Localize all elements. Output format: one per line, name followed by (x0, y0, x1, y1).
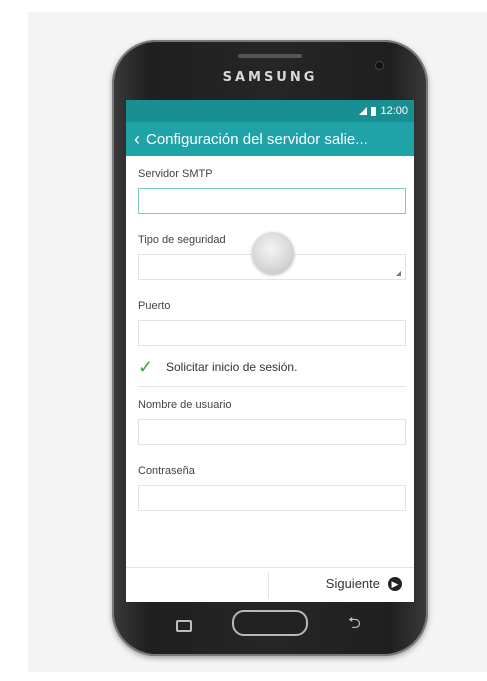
speaker-grille (238, 54, 302, 58)
next-button[interactable]: Siguiente ▶ (326, 576, 402, 591)
smtp-server-label: Servidor SMTP (138, 168, 213, 180)
arrow-right-circle-icon: ▶ (388, 576, 402, 591)
touch-indicator (252, 232, 294, 274)
password-input[interactable] (138, 485, 406, 511)
chevron-left-icon[interactable]: ‹ (128, 129, 146, 150)
status-time: 12:00 (380, 105, 408, 117)
footer-divider (268, 572, 269, 598)
back-arrow-icon[interactable]: ⮌ (348, 612, 361, 639)
phone-screen: 12:00 ‹ Configuración del servidor salie… (126, 100, 414, 602)
front-camera (376, 62, 383, 69)
signal-icon (359, 107, 368, 115)
app-bar: ‹ Configuración del servidor salie... (126, 122, 414, 156)
brand-logo: SAMSUNG (222, 70, 318, 85)
status-bar: 12:00 (126, 100, 414, 122)
port-input[interactable] (138, 320, 406, 346)
phone-device: SAMSUNG 12:00 ‹ Configuración del servid… (112, 40, 428, 656)
login-required-checkbox[interactable]: ✓ Solicitar inicio de sesión. (138, 356, 406, 378)
login-required-label: Solicitar inicio de sesión. (166, 360, 298, 374)
next-label: Siguiente (325, 576, 380, 591)
checkmark-icon: ✓ (138, 356, 154, 377)
page-title: Configuración del servidor salie... (146, 130, 368, 148)
footer-bar: Siguiente ▶ (126, 567, 414, 602)
username-label: Nombre de usuario (138, 399, 232, 411)
home-button[interactable] (232, 610, 308, 636)
divider (138, 386, 406, 387)
username-input[interactable] (138, 419, 406, 445)
password-label: Contraseña (138, 465, 195, 477)
port-label: Puerto (138, 300, 171, 312)
hardware-keys: ⮌ (112, 610, 428, 640)
smtp-form: Servidor SMTP Tipo de seguridad Puerto ✓… (126, 168, 414, 511)
smtp-server-input[interactable] (138, 188, 406, 214)
recent-apps-icon[interactable] (176, 620, 192, 632)
battery-icon (371, 106, 377, 116)
dropdown-corner-icon (396, 271, 401, 276)
